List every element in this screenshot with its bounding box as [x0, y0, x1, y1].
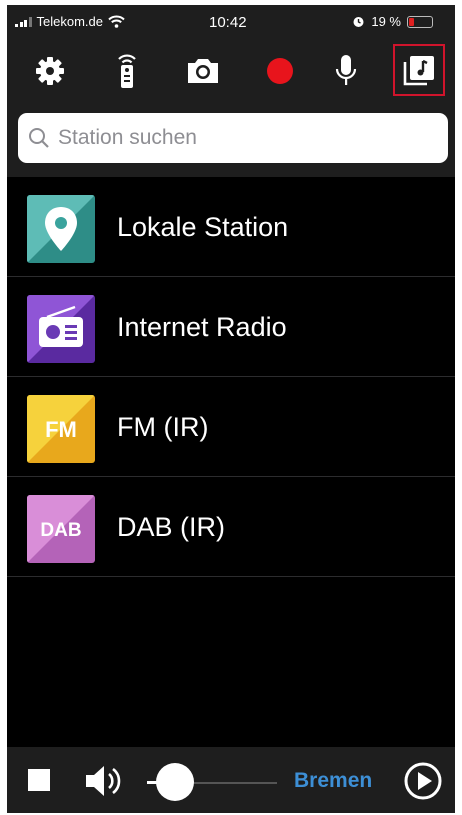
stop-button[interactable]	[28, 769, 50, 791]
wifi-icon	[108, 15, 125, 28]
app-screen: Telekom.de 10:42 19 % Station suchen Lok…	[7, 5, 455, 813]
status-right: 19 %	[352, 14, 433, 29]
station-label: Lokale Station	[117, 212, 289, 242]
clock: 10:42	[209, 14, 247, 31]
station-label: Internet Radio	[117, 312, 287, 342]
radio-icon	[27, 295, 95, 363]
camera-icon	[188, 59, 218, 83]
station-list: Lokale Station Internet Radio FM FM (IR)…	[7, 177, 455, 577]
record-button[interactable]	[257, 47, 303, 95]
play-icon[interactable]	[404, 762, 442, 800]
microphone-button[interactable]	[323, 47, 369, 95]
carrier-group: Telekom.de	[15, 14, 125, 29]
music-library-icon	[403, 56, 434, 86]
dab-badge: DAB	[40, 520, 81, 541]
remote-icon	[118, 54, 136, 88]
station-label: DAB (IR)	[117, 512, 225, 542]
search-bar	[7, 105, 455, 177]
alarm-icon	[353, 17, 364, 27]
search-input[interactable]	[58, 126, 428, 150]
search-box[interactable]	[18, 113, 448, 163]
list-item-dab[interactable]: DAB DAB (IR)	[7, 477, 455, 577]
list-item-fm[interactable]: FM FM (IR)	[7, 377, 455, 477]
player-bar: Bremen	[7, 747, 455, 813]
camera-button[interactable]	[180, 47, 226, 95]
list-item-local-station[interactable]: Lokale Station	[7, 177, 455, 277]
battery-percent: 19 %	[371, 14, 401, 29]
signal-icon	[15, 16, 32, 27]
dab-icon: DAB	[27, 495, 95, 563]
music-library-button[interactable]	[393, 44, 445, 96]
speaker-icon[interactable]	[83, 763, 123, 799]
fm-badge: FM	[45, 417, 77, 442]
volume-slider-knob[interactable]	[156, 763, 195, 801]
record-icon	[267, 58, 293, 84]
location-pin-icon	[27, 195, 95, 263]
status-bar: Telekom.de 10:42 19 %	[7, 5, 455, 39]
search-icon	[29, 128, 49, 148]
settings-button[interactable]	[27, 47, 73, 95]
battery-icon	[407, 15, 433, 28]
toolbar	[7, 39, 455, 105]
fm-icon: FM	[27, 395, 95, 463]
remote-button[interactable]	[104, 47, 150, 95]
station-label: FM (IR)	[117, 412, 209, 442]
gear-icon	[36, 57, 64, 85]
list-item-internet-radio[interactable]: Internet Radio	[7, 277, 455, 377]
microphone-icon	[335, 55, 357, 85]
carrier-label: Telekom.de	[36, 14, 103, 29]
current-station-label[interactable]: Bremen	[294, 769, 372, 793]
